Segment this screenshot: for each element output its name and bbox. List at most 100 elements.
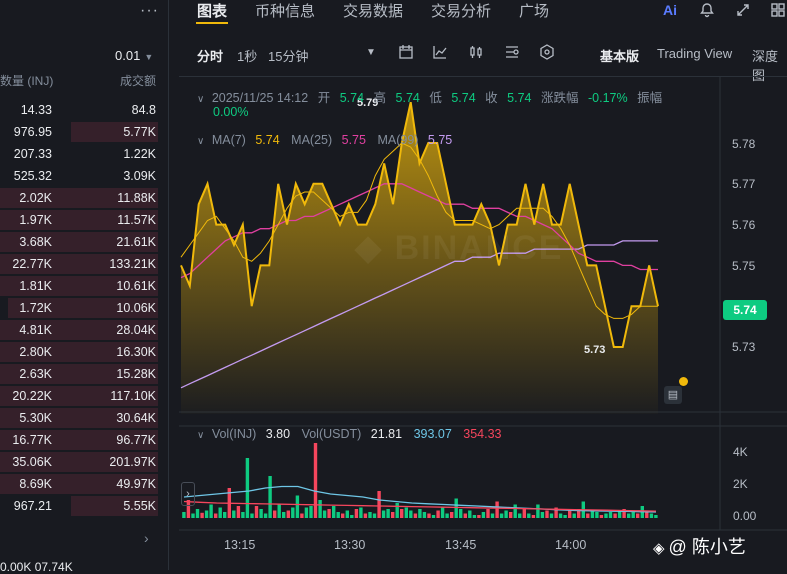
order-book-panel: ··· 0.01 ▼ 数量 (INJ) 成交额 14.33 84.8 976.95 5.… xyxy=(0,0,169,574)
orderbook-row[interactable]: 8.69K 49.97K xyxy=(0,473,168,495)
ai-icon[interactable]: Ai xyxy=(663,2,677,18)
view-basic[interactable]: 基本版 xyxy=(600,46,639,65)
volume-legend: ∨ Vol(INJ) 3.80 Vol(USDT) 21.81 393.07 3… xyxy=(197,427,502,441)
indicator-icon[interactable] xyxy=(432,44,448,63)
row-qty: 5.30K xyxy=(19,411,52,425)
row-total: 49.97K xyxy=(116,477,156,491)
row-qty: 35.06K xyxy=(12,455,52,469)
orderbook-row[interactable]: 967.21 5.55K xyxy=(0,495,168,517)
ohlc-change: -0.17% xyxy=(588,91,628,105)
collapse-chevron-icon[interactable]: ∨ xyxy=(197,94,204,105)
ma-legend: ∨ MA(7) 5.74 MA(25) 5.75 MA(99) 5.75 xyxy=(197,133,452,147)
vol-usdt-value: 21.81 xyxy=(370,427,403,441)
orderbook-row[interactable]: 14.33 84.8 xyxy=(0,99,168,121)
chevron-right-icon[interactable]: › xyxy=(144,530,149,546)
orderbook-row[interactable]: 5.30K 30.64K xyxy=(0,407,168,429)
ma99-value: 5.75 xyxy=(427,133,453,147)
active-tab-indicator xyxy=(196,22,228,24)
bell-icon[interactable] xyxy=(699,2,715,22)
vol-tick-label: 4K xyxy=(733,445,748,459)
orderbook-row[interactable]: 2.80K 16.30K xyxy=(0,341,168,363)
y-tick-label: 5.78 xyxy=(732,137,756,151)
row-total: 1.22K xyxy=(123,147,156,161)
tab-square[interactable]: 广场 xyxy=(519,0,549,21)
row-total: 96.77K xyxy=(116,433,156,447)
row-total: 117.10K xyxy=(110,389,156,403)
view-tradingview[interactable]: Trading View xyxy=(657,46,732,61)
ohlc-amp-label: 振幅 xyxy=(637,91,663,105)
precision-value: 0.01 xyxy=(115,48,141,63)
row-total: 11.57K xyxy=(117,213,156,227)
vol-tick-label: 2K xyxy=(733,477,748,491)
orderbook-row[interactable]: 2.02K 11.88K xyxy=(0,187,168,209)
orderbook-row[interactable]: 4.81K 28.04K xyxy=(0,319,168,341)
tab-trade-analysis[interactable]: 交易分析 xyxy=(431,0,491,21)
tab-trade-data[interactable]: 交易数据 xyxy=(343,0,403,21)
orderbook-row[interactable]: 525.32 3.09K xyxy=(0,165,168,187)
x-tick-label: 14:00 xyxy=(555,538,587,552)
orderbook-row[interactable]: 207.33 1.22K xyxy=(0,143,168,165)
orderbook-row[interactable]: 3.68K 21.61K xyxy=(0,231,168,253)
orderbook-row[interactable]: 1.81K 10.61K xyxy=(0,275,168,297)
price-chart-panel[interactable] xyxy=(179,76,787,571)
vol-inj-value: 3.80 xyxy=(265,427,291,441)
orderbook-row[interactable]: 20.22K 117.10K xyxy=(0,385,168,407)
ohlc-open-label: 开 xyxy=(317,91,331,105)
row-qty: 976.95 xyxy=(13,125,52,139)
vol-ma2-value: 354.33 xyxy=(463,427,502,441)
tab-coin-info[interactable]: 币种信息 xyxy=(255,0,315,21)
expand-panel-icon[interactable]: › xyxy=(181,482,195,506)
y-tick-label: 5.77 xyxy=(732,177,756,191)
orderbook-row[interactable]: 1.97K 11.57K xyxy=(0,209,168,231)
author-watermark: ◈ @ 陈小艺 xyxy=(653,533,746,559)
interval-dropdown-icon[interactable]: ▼ xyxy=(366,47,376,58)
y-tick-label: 5.75 xyxy=(732,259,756,273)
alert-dot-icon[interactable] xyxy=(679,377,688,386)
row-total: 5.77K xyxy=(123,125,156,139)
ma7-label: MA(7) xyxy=(211,133,246,147)
tab-chart[interactable]: 图表 xyxy=(197,0,227,21)
ohlc-close: 5.74 xyxy=(507,91,532,105)
row-total: 201.97K xyxy=(109,455,156,469)
row-total: 28.04K xyxy=(116,323,156,337)
col-qty-header: 数量 (INJ) xyxy=(0,74,54,88)
row-total: 21.61K xyxy=(116,235,156,249)
orderbook-row[interactable]: 22.77K 133.21K xyxy=(0,253,168,275)
orderbook-row[interactable]: 976.95 5.77K xyxy=(0,121,168,143)
interval-1s[interactable]: 1秒 xyxy=(237,46,257,65)
interval-15m[interactable]: 15分钟 xyxy=(268,46,308,65)
settings-list-icon[interactable] xyxy=(504,44,520,63)
col-total-header: 成交额 xyxy=(119,74,156,88)
row-qty: 2.63K xyxy=(19,367,52,381)
row-total: 11.88K xyxy=(117,191,156,205)
ma-collapse-icon[interactable]: ∨ xyxy=(197,136,204,147)
row-qty: 525.32 xyxy=(13,169,52,183)
binance-watermark: ◆ BINANCE xyxy=(355,229,564,267)
low-annotation: 5.73 xyxy=(584,344,606,356)
ohlc-open: 5.74 xyxy=(339,91,365,105)
vol-ma1-value: 393.07 xyxy=(413,427,452,441)
precision-select[interactable]: 0.01 ▼ xyxy=(115,48,153,63)
orderbook-row[interactable]: 2.63K 15.28K xyxy=(0,363,168,385)
crosshair-icon[interactable] xyxy=(539,44,555,63)
calendar-icon[interactable] xyxy=(398,44,414,63)
row-qty: 4.81K xyxy=(19,323,52,337)
note-icon[interactable]: ▤ xyxy=(664,386,682,404)
expand-icon[interactable] xyxy=(735,2,751,22)
layout-icon[interactable] xyxy=(770,2,786,22)
ohlc-datetime: 2025/11/25 14:12 xyxy=(211,91,309,105)
row-total: 10.61K xyxy=(116,279,156,293)
more-dots-icon[interactable]: ··· xyxy=(140,2,159,20)
x-tick-label: 13:45 xyxy=(445,538,477,552)
author-handle: @ 陈小艺 xyxy=(668,537,746,557)
x-tick-label: 13:15 xyxy=(224,538,256,552)
vol-collapse-icon[interactable]: ∨ xyxy=(197,430,204,441)
interval-timeline[interactable]: 分时 xyxy=(197,46,223,65)
row-total: 30.64K xyxy=(116,411,156,425)
orderbook-row[interactable]: 35.06K 201.97K xyxy=(0,451,168,473)
ohlc-close-label: 收 xyxy=(485,91,498,105)
orderbook-row[interactable]: 16.77K 96.77K xyxy=(0,429,168,451)
candle-type-icon[interactable] xyxy=(468,44,484,63)
ohlc-change-label: 涨跌幅 xyxy=(541,91,579,105)
orderbook-row[interactable]: 1.72K 10.06K xyxy=(0,297,168,319)
